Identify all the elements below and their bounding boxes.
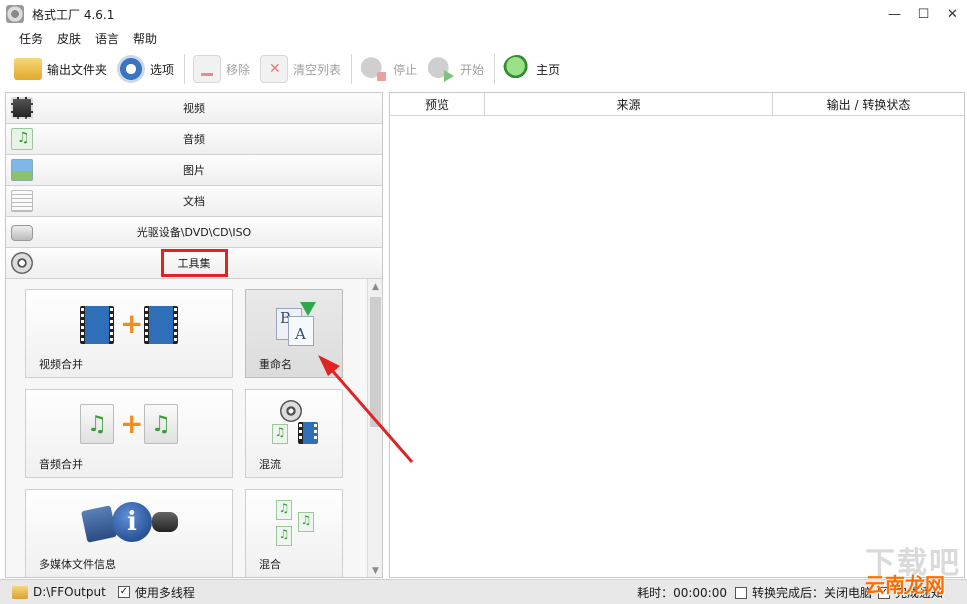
category-tools[interactable]: 工具集	[6, 248, 382, 279]
stop-button[interactable]: 停止	[360, 55, 417, 83]
category-label: 图片	[183, 164, 205, 177]
maximize-button[interactable]: ☐	[909, 0, 938, 28]
tool-mux[interactable]: ♫ 混流	[245, 389, 343, 478]
window-controls: — ☐ ✕	[880, 0, 967, 28]
home-label: 主页	[536, 62, 561, 77]
home-button[interactable]: 主页	[503, 55, 560, 83]
category-label: 光驱设备\DVD\CD\ISO	[136, 226, 252, 239]
output-folder-button[interactable]: 输出文件夹	[14, 58, 107, 80]
picture-icon	[11, 159, 33, 181]
toolbar: 输出文件夹 选项 移除 清空列表 停止 开始 主页	[0, 48, 967, 90]
after-complete-label: 转换完成后：关闭电脑	[751, 586, 872, 600]
stop-label: 停止	[393, 62, 418, 77]
options-label: 选项	[150, 62, 175, 77]
tools-reel-icon	[11, 252, 33, 274]
video-merge-icon: +	[80, 304, 190, 346]
tool-mix[interactable]: ♫ ♫ ♫ 混合	[245, 489, 343, 577]
tool-label: 多媒体文件信息	[39, 558, 116, 571]
tool-label: 重命名	[259, 358, 292, 371]
tool-audio-merge[interactable]: ♫ + ♫ 音频合并	[25, 389, 233, 478]
watermark: 云南龙网	[865, 573, 945, 597]
tool-label: 混流	[259, 458, 281, 471]
clear-list-icon	[260, 55, 289, 83]
category-audio[interactable]: 音频	[6, 124, 382, 155]
tools-grid: + 视频合并 B A 重命名 ♫ + ♫ 音频合并 ♫ 混流 i 多媒体文件信息…	[6, 279, 382, 577]
toolbar-separator	[494, 54, 496, 84]
folder-icon	[12, 585, 28, 599]
media-info-icon: i	[81, 498, 184, 548]
tool-rename[interactable]: B A 重命名	[245, 289, 343, 378]
app-icon	[6, 5, 24, 23]
menu-help[interactable]: 帮助	[126, 30, 164, 47]
start-icon	[427, 55, 456, 83]
category-picture[interactable]: 图片	[6, 155, 382, 186]
tool-video-merge[interactable]: + 视频合并	[25, 289, 233, 378]
output-folder-label: 输出文件夹	[47, 62, 108, 77]
minimize-button[interactable]: —	[880, 0, 909, 28]
title-bar: 格式工厂 4.6.1 — ☐ ✕	[0, 0, 967, 28]
mix-icon: ♫ ♫ ♫	[274, 500, 320, 548]
document-icon	[11, 190, 33, 212]
video-clapper-icon	[11, 97, 33, 119]
column-output-status[interactable]: 输出 / 转换状态	[773, 93, 964, 116]
tool-label: 混合	[259, 558, 281, 571]
elapsed-time: 耗时：00:00:00	[637, 586, 727, 600]
home-globe-icon	[503, 55, 532, 83]
remove-icon	[193, 55, 222, 83]
column-preview[interactable]: 预览	[390, 93, 485, 116]
disc-drive-icon	[11, 225, 33, 241]
rename-icon: B A	[276, 302, 316, 346]
scroll-down-arrow-icon[interactable]: ▼	[368, 563, 382, 577]
scroll-up-arrow-icon[interactable]: ▲	[368, 279, 382, 295]
audio-merge-icon: ♫ + ♫	[80, 402, 190, 446]
remove-label: 移除	[226, 62, 251, 77]
folder-icon	[14, 58, 42, 80]
options-icon	[117, 55, 146, 83]
column-source[interactable]: 来源	[485, 93, 773, 116]
category-label: 文档	[183, 195, 205, 208]
status-bar: D:\FFOutput ✓ 使用多线程 耗时：00:00:00 转换完成后：关闭…	[0, 579, 967, 604]
multithread-label: 使用多线程	[134, 585, 195, 600]
category-label-highlighted: 工具集	[160, 249, 228, 277]
start-label: 开始	[460, 62, 485, 77]
tool-label: 视频合并	[39, 358, 83, 371]
clear-list-button[interactable]: 清空列表	[260, 55, 341, 83]
toolbar-separator	[184, 54, 186, 84]
close-button[interactable]: ✕	[938, 0, 967, 28]
menu-task[interactable]: 任务	[12, 30, 50, 47]
mux-icon: ♫	[272, 400, 320, 448]
output-path[interactable]: D:\FFOutput	[33, 585, 106, 599]
clear-list-label: 清空列表	[293, 62, 342, 77]
category-label: 音频	[183, 133, 205, 146]
options-button[interactable]: 选项	[117, 55, 174, 83]
menu-language[interactable]: 语言	[88, 30, 126, 47]
tool-media-info[interactable]: i 多媒体文件信息	[25, 489, 233, 577]
scroll-thumb[interactable]	[370, 297, 381, 427]
remove-button[interactable]: 移除	[193, 55, 250, 83]
audio-note-icon	[11, 128, 33, 150]
category-panel: 视频 音频 图片 文档 光驱设备\DVD\CD\ISO 工具集 + 视频合并	[5, 92, 383, 578]
menu-bar: 任务 皮肤 语言 帮助	[0, 28, 164, 48]
window-title: 格式工厂 4.6.1	[32, 7, 115, 22]
toolbar-separator	[351, 54, 353, 84]
task-list-panel: 预览 来源 输出 / 转换状态	[389, 92, 965, 578]
start-button[interactable]: 开始	[427, 55, 484, 83]
category-document[interactable]: 文档	[6, 186, 382, 217]
stop-icon	[360, 55, 389, 83]
category-disc[interactable]: 光驱设备\DVD\CD\ISO	[6, 217, 382, 248]
category-label: 视频	[183, 102, 205, 115]
multithread-checkbox[interactable]: ✓	[117, 586, 130, 598]
after-complete-checkbox[interactable]	[734, 586, 747, 599]
menu-skin[interactable]: 皮肤	[50, 30, 88, 47]
tools-scrollbar[interactable]: ▲ ▼	[367, 279, 382, 577]
tool-label: 音频合并	[39, 458, 83, 471]
category-video[interactable]: 视频	[6, 93, 382, 124]
